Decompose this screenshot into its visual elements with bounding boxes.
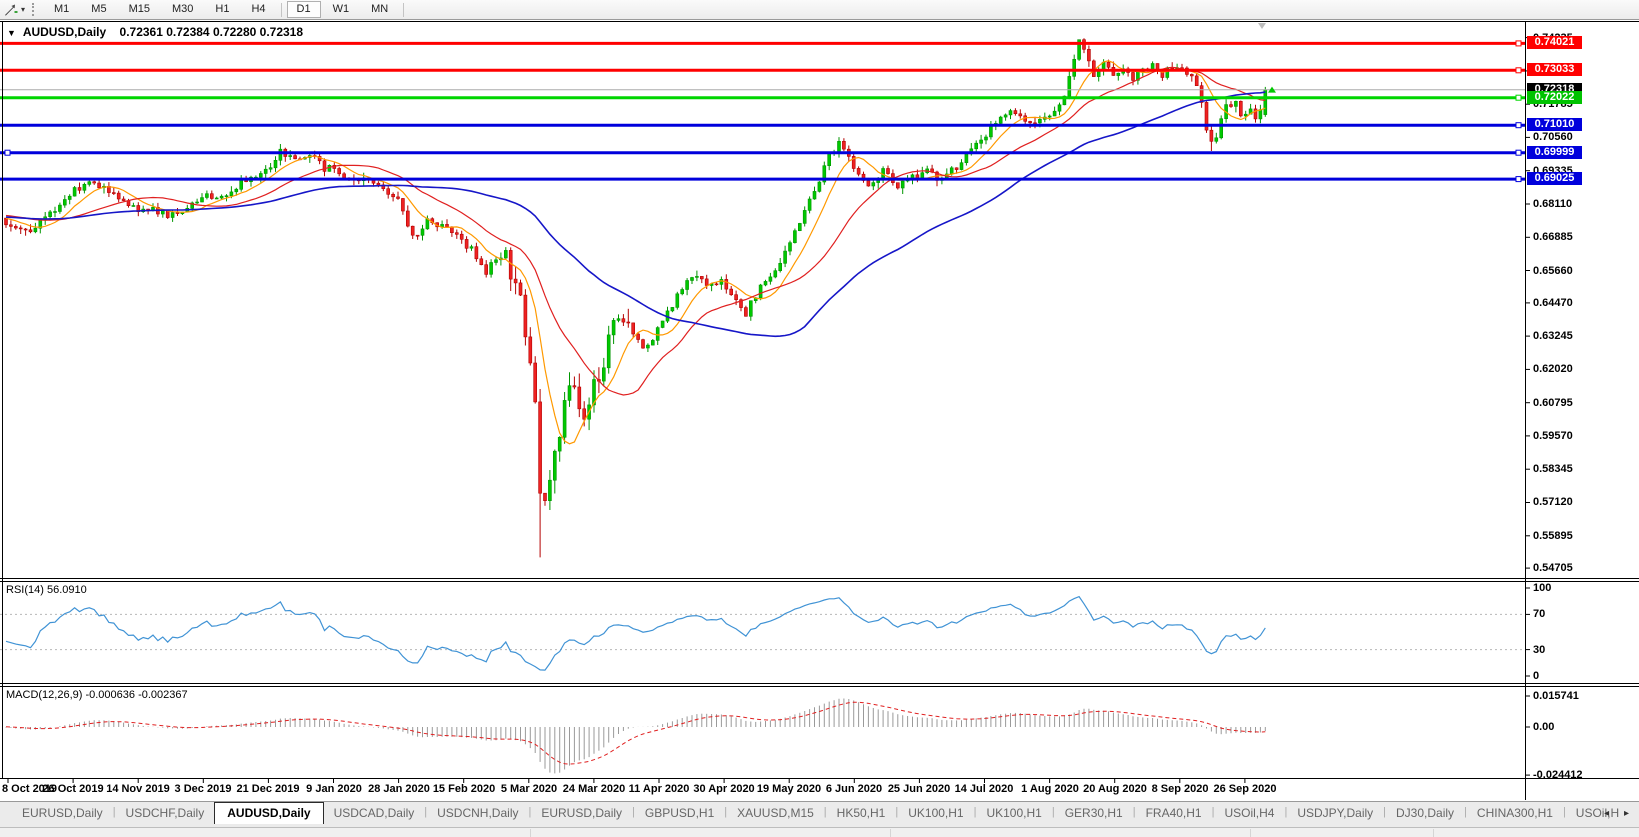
toolbar: ▾ M1 M5 M15 M30 H1 H4 D1 W1 MN [0, 0, 1639, 20]
application-window: ▾ M1 M5 M15 M30 H1 H4 D1 W1 MN ▼ AUDUSD,Daily 0.… [0, 0, 1639, 837]
tab-usdjpy-daily[interactable]: USDJPY,Daily [1287, 802, 1383, 823]
timeframe-button-h1[interactable]: H1 [205, 1, 239, 18]
timeframe-button-m30[interactable]: M30 [162, 1, 203, 18]
tab-eurusd-daily[interactable]: EURUSD,Daily [12, 802, 113, 823]
tab-hk50-h1[interactable]: HK50,H1 [827, 802, 896, 823]
tab-fra40-h1[interactable]: FRA40,H1 [1136, 802, 1212, 823]
tab-china300-h1[interactable]: CHINA300,H1 [1467, 802, 1563, 823]
tab-usoil-h4[interactable]: USOil,H4 [1214, 802, 1284, 823]
tab-xauusd-m15[interactable]: XAUUSD,M15 [727, 802, 824, 823]
timeframe-button-m15[interactable]: M15 [119, 1, 160, 18]
tab-usdchf-daily[interactable]: USDCHF,Daily [116, 802, 215, 823]
tabs-container: EURUSD,Daily | USDCHF,Daily AUDUSD,Daily USD… [12, 802, 1629, 824]
chart-tab-bar: EURUSD,Daily | USDCHF,Daily AUDUSD,Daily USD… [0, 801, 1639, 828]
tab-scroll-left-icon[interactable]: ◂ [1604, 808, 1615, 819]
tab-scroll-right-icon[interactable]: ▸ [1624, 808, 1635, 819]
pointer-tool-icon [5, 4, 18, 16]
status-bar [0, 827, 1639, 837]
tab-audusd-daily[interactable]: AUDUSD,Daily [214, 802, 324, 824]
tab-usdcnh-daily[interactable]: USDCNH,Daily [427, 802, 528, 823]
timeframe-button-m5[interactable]: M5 [81, 1, 116, 18]
tab-uk100-h1[interactable]: UK100,H1 [898, 802, 973, 823]
tab-ger30-h1[interactable]: GER30,H1 [1055, 802, 1133, 823]
timeframe-button-group: M1 M5 M15 M30 H1 H4 D1 W1 MN [43, 1, 408, 18]
tab-eurusd-daily[interactable]: EURUSD,Daily [531, 802, 632, 823]
dropdown-caret-icon[interactable]: ▾ [21, 5, 25, 14]
toolbar-grip[interactable] [32, 3, 37, 16]
tab-uk100-h1[interactable]: UK100,H1 [976, 802, 1051, 823]
timeframe-button-d1[interactable]: D1 [286, 1, 321, 18]
timeframe-button-h4[interactable]: H4 [241, 1, 275, 18]
tab-gbpusd-h1[interactable]: GBPUSD,H1 [635, 802, 724, 823]
timeframe-button-mn[interactable]: MN [361, 1, 398, 18]
timeframe-button-w1[interactable]: W1 [323, 1, 360, 18]
tab-usdcad-daily[interactable]: USDCAD,Daily [324, 802, 425, 823]
timeframe-button-m1[interactable]: M1 [44, 1, 79, 18]
tab-dj30-daily[interactable]: DJ30,Daily [1386, 802, 1464, 823]
chart-plot-area[interactable] [0, 0, 1639, 800]
pointer-tool-button[interactable]: ▾ [0, 3, 28, 17]
